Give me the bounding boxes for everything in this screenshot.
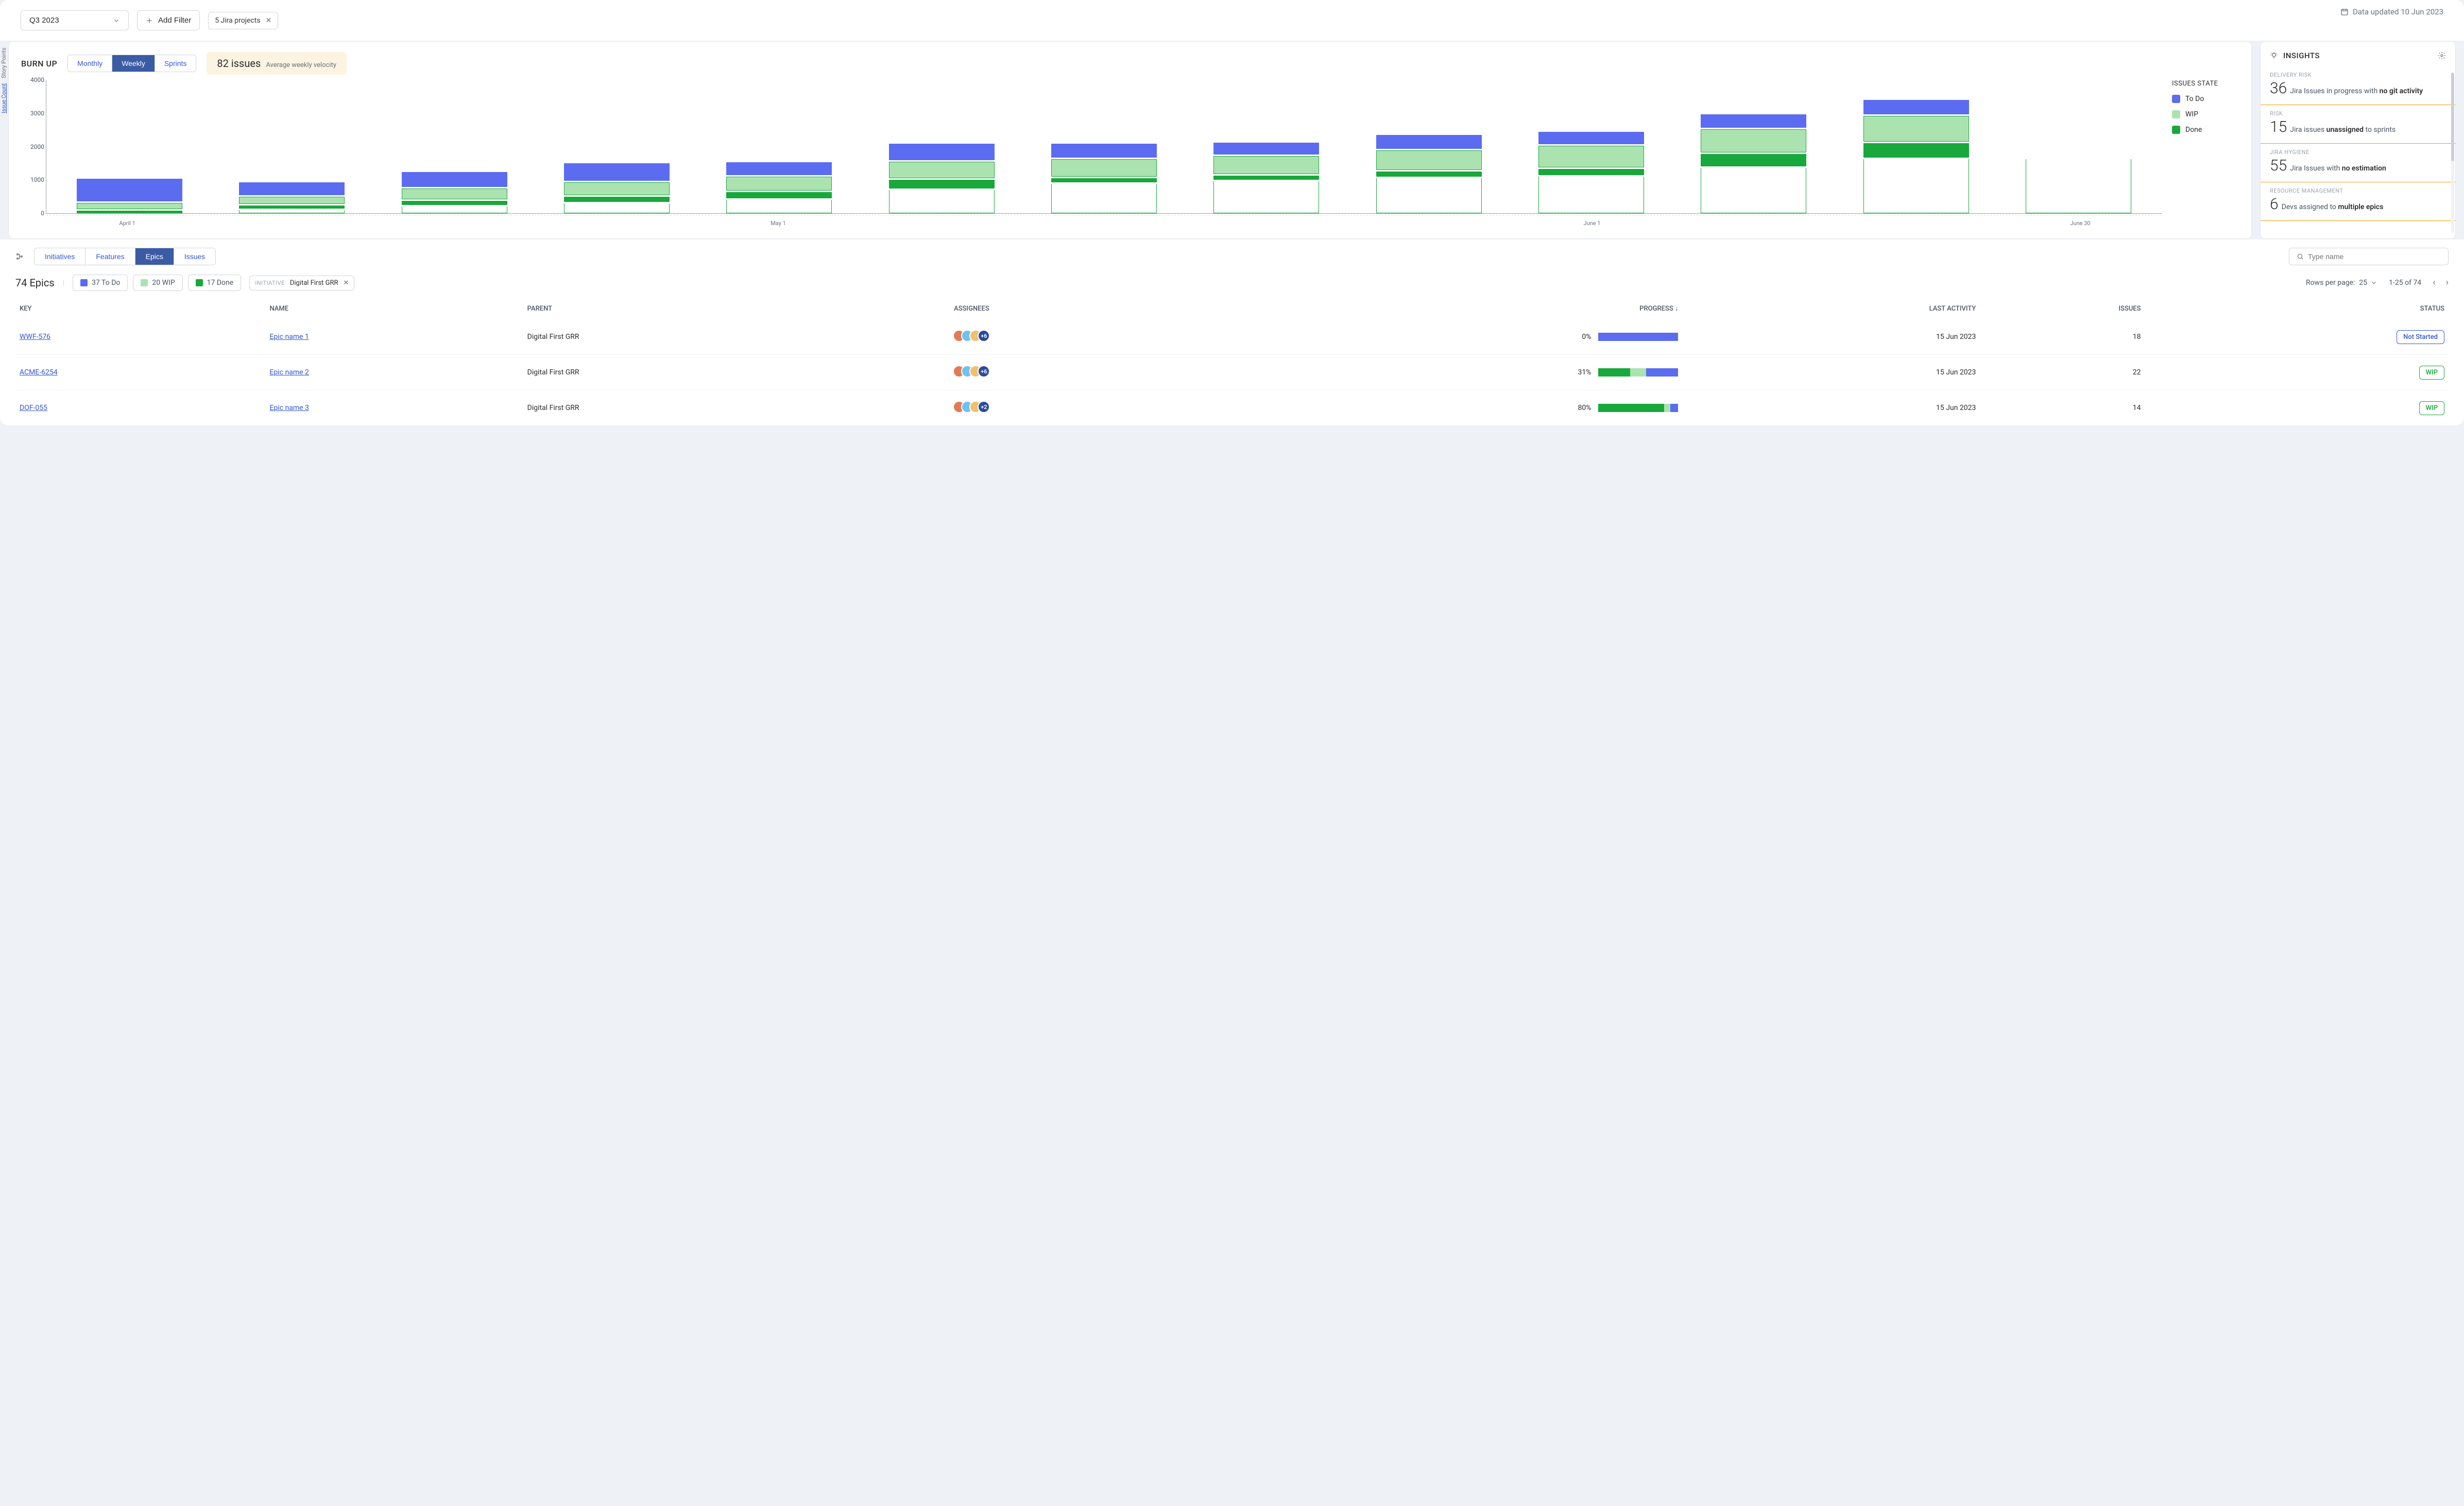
epics-table-panel: Initiatives Features Epics Issues 74 Epi…	[0, 239, 2464, 425]
issues-count: 14	[1980, 390, 2145, 426]
assignee-avatars[interactable]: +6	[953, 330, 990, 342]
seg-sprints[interactable]: Sprints	[155, 55, 196, 72]
col-progress[interactable]: PROGRESS ↓	[1094, 298, 1683, 319]
epic-name-link[interactable]: Epic name 2	[269, 368, 309, 376]
legend-item-wip: WIP	[2172, 110, 2239, 118]
status-badge: WIP	[2419, 366, 2444, 380]
table-row: ACME-6254 Epic name 2 Digital First GRR +6 3…	[15, 355, 2449, 390]
chevron-down-icon	[113, 17, 120, 24]
last-activity: 15 Jun 2023	[1682, 390, 1980, 426]
epic-parent: Digital First GRR	[523, 390, 849, 426]
burnup-panel: BURN UP Monthly Weekly Sprints 82 issues…	[8, 41, 2252, 239]
last-activity: 15 Jun 2023	[1682, 319, 1980, 355]
col-status[interactable]: STATUS	[2145, 298, 2449, 319]
seg-monthly[interactable]: Monthly	[68, 55, 112, 72]
col-issues[interactable]: ISSUES	[1980, 298, 2145, 319]
tab-initiatives[interactable]: Initiatives	[35, 248, 85, 265]
epic-key-link[interactable]: ACME-6254	[20, 368, 58, 376]
calendar-icon	[2340, 8, 2349, 16]
page-range: 1-25 of 74	[2389, 279, 2421, 287]
hierarchy-icon[interactable]	[15, 252, 24, 261]
table-pager: Rows per page: 25 1-25 of 74 ‹ ›	[2306, 278, 2449, 287]
insight-card[interactable]: RISK15Jira issues unassigned to sprints	[2261, 105, 2455, 144]
table-search[interactable]	[2289, 248, 2449, 265]
close-icon[interactable]: ✕	[344, 279, 349, 287]
add-filter-button[interactable]: Add Filter	[137, 10, 200, 30]
velocity-badge: 82 issues Average weekly velocity	[207, 52, 347, 75]
epic-parent: Digital First GRR	[523, 319, 849, 355]
chart-title: BURN UP	[21, 59, 57, 69]
close-icon[interactable]: ✕	[266, 16, 272, 25]
epic-key-link[interactable]: WWF-576	[20, 333, 50, 341]
chevron-down-icon	[2370, 279, 2377, 286]
progress-pct: 0%	[1582, 333, 1591, 341]
search-icon	[2297, 253, 2304, 260]
scope-segment: Initiatives Features Epics Issues	[34, 248, 216, 265]
assignee-avatars[interactable]: +6	[953, 365, 990, 378]
epic-parent: Digital First GRR	[523, 355, 849, 390]
next-page-button[interactable]: ›	[2446, 278, 2449, 287]
epic-key-link[interactable]: DOF-055	[20, 404, 47, 412]
col-last-activity[interactable]: LAST ACTIVITY	[1682, 298, 1980, 319]
status-chip-todo[interactable]: 37 To Do	[73, 275, 128, 291]
filter-chip-projects[interactable]: 5 Jira projects ✕	[208, 12, 278, 29]
filter-bar: Data updated 10 Jun 2023 Q3 2023 Add Fil…	[0, 0, 2464, 41]
period-select[interactable]: Q3 2023	[21, 10, 129, 30]
col-key[interactable]: KEY	[15, 298, 265, 319]
insights-scrollbar[interactable]	[2451, 73, 2454, 233]
legend-item-todo: To Do	[2172, 95, 2239, 103]
table-row: WWF-576 Epic name 1 Digital First GRR +6 0% 1…	[15, 319, 2449, 355]
status-chip-wip[interactable]: 20 WIP	[133, 275, 182, 291]
tab-epics[interactable]: Epics	[135, 248, 174, 265]
burnup-chart: Issue Count Story Points 010002000300040…	[21, 80, 2162, 230]
progress-pct: 31%	[1578, 368, 1591, 376]
insight-card[interactable]: DELIVERY RISK36Jira Issues in progress w…	[2261, 66, 2455, 105]
progress-pct: 80%	[1578, 404, 1591, 412]
issues-count: 18	[1980, 319, 2145, 355]
plus-icon	[146, 17, 153, 24]
epics-table: KEYNAMEPARENTASSIGNEESPROGRESS ↓LAST ACT…	[15, 298, 2449, 425]
epic-name-link[interactable]: Epic name 3	[269, 404, 309, 412]
insight-card[interactable]: RESOURCE MANAGEMENT6Devs assigned to mul…	[2261, 182, 2455, 221]
issue-count-axis-link[interactable]: Issue Count	[1, 83, 7, 113]
search-input[interactable]	[2308, 252, 2441, 261]
issues-count: 22	[1980, 355, 2145, 390]
status-badge: WIP	[2419, 401, 2444, 415]
gear-icon[interactable]	[2438, 52, 2446, 60]
prev-page-button[interactable]: ‹	[2433, 278, 2435, 287]
status-badge: Not Started	[2397, 330, 2444, 344]
col-parent[interactable]: PARENT	[523, 298, 849, 319]
assignee-avatars[interactable]: +2	[953, 401, 990, 413]
insight-card[interactable]: JIRA HYGIENE55Jira Issues with no estima…	[2261, 144, 2455, 182]
legend-item-done: Done	[2172, 126, 2239, 134]
tab-features[interactable]: Features	[85, 248, 135, 265]
y-axis-label: Issue Count Story Points	[1, 48, 7, 113]
table-row: DOF-055 Epic name 3 Digital First GRR +2 80%…	[15, 390, 2449, 426]
col-name[interactable]: NAME	[265, 298, 523, 319]
insights-panel: INSIGHTS DELIVERY RISK36Jira Issues in p…	[2260, 41, 2456, 239]
chart-granularity-segment: Monthly Weekly Sprints	[67, 55, 196, 72]
initiative-filter-chip[interactable]: INITIATIVE Digital First GRR ✕	[249, 276, 354, 290]
status-chip-done[interactable]: 17 Done	[188, 275, 242, 291]
col-assignees[interactable]: ASSIGNEES	[849, 298, 1094, 319]
seg-weekly[interactable]: Weekly	[112, 55, 155, 72]
data-updated-label: Data updated 10 Jun 2023	[2340, 7, 2443, 16]
epics-count: 74 Epics	[15, 277, 55, 289]
epic-name-link[interactable]: Epic name 1	[269, 333, 309, 341]
tab-issues[interactable]: Issues	[174, 248, 215, 265]
chart-legend: ISSUES STATE To DoWIPDone	[2172, 80, 2239, 230]
last-activity: 15 Jun 2023	[1682, 355, 1980, 390]
lightbulb-icon	[2270, 52, 2278, 60]
rows-per-page-select[interactable]: 25	[2359, 279, 2377, 287]
insights-title: INSIGHTS	[2270, 51, 2320, 60]
